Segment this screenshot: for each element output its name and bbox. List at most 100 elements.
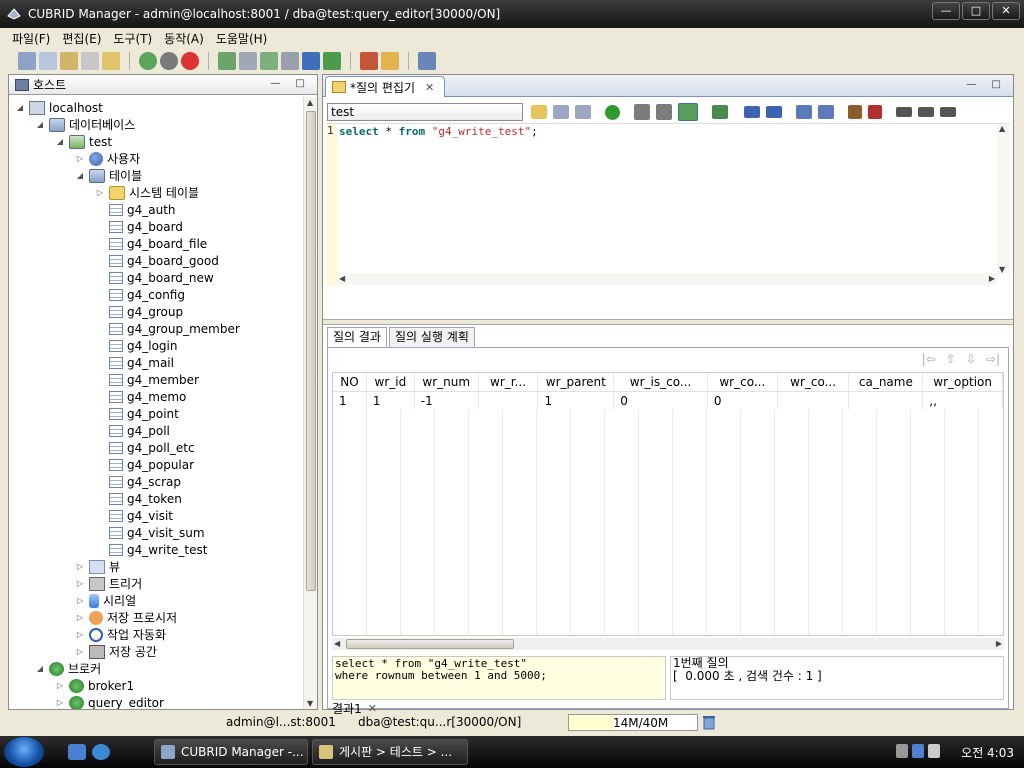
column-header[interactable]: wr_r... bbox=[479, 373, 539, 391]
tree-node-views[interactable]: ▷ 뷰 bbox=[75, 558, 120, 575]
load-db-icon[interactable] bbox=[260, 52, 278, 70]
expand-arrow-icon[interactable]: ▷ bbox=[55, 681, 65, 690]
menu-help[interactable]: 도움말(H) bbox=[210, 30, 274, 47]
tree-node-broker[interactable]: ◢ 브로커 bbox=[35, 660, 101, 677]
expand-arrow-icon[interactable]: ▷ bbox=[75, 596, 85, 605]
tree-node-storage[interactable]: ▷ 저장 공간 bbox=[75, 643, 157, 660]
tree-node-triggers[interactable]: ▷ 트리거 bbox=[75, 575, 142, 592]
tree-node-table[interactable]: g4_visit bbox=[109, 507, 173, 524]
redo-icon[interactable] bbox=[766, 106, 782, 118]
first-page-icon[interactable]: |⇦ bbox=[922, 352, 936, 366]
browser-quicklaunch-icon[interactable] bbox=[92, 744, 110, 760]
panel-min-max-icons[interactable]: — □ bbox=[270, 78, 311, 89]
save-as-icon[interactable] bbox=[575, 105, 591, 119]
collapse-arrow-icon[interactable]: ◢ bbox=[75, 171, 85, 180]
garbage-collect-icon[interactable] bbox=[702, 714, 716, 733]
scroll-left-icon[interactable]: ◀ bbox=[334, 639, 340, 648]
cancel-icon[interactable] bbox=[181, 52, 199, 70]
tree-vertical-scrollbar[interactable]: ▲ ▼ bbox=[303, 97, 317, 709]
start-button[interactable] bbox=[4, 737, 44, 767]
expand-arrow-icon[interactable]: ▷ bbox=[75, 647, 85, 656]
rollback-icon[interactable] bbox=[656, 104, 672, 120]
tree-node-databases[interactable]: ◢ 데이터베이스 bbox=[35, 116, 135, 133]
ie-quicklaunch-icon[interactable] bbox=[68, 744, 86, 760]
expand-arrow-icon[interactable]: ▷ bbox=[55, 698, 65, 707]
scroll-right-icon[interactable]: ▶ bbox=[989, 274, 995, 283]
start-db-icon[interactable] bbox=[218, 52, 236, 70]
tree-node-table[interactable]: g4_token bbox=[109, 490, 182, 507]
column-header[interactable]: wr_id bbox=[367, 373, 415, 391]
expand-arrow-icon[interactable]: ▷ bbox=[75, 630, 85, 639]
column-header[interactable]: wr_parent bbox=[538, 373, 615, 391]
save-icon[interactable] bbox=[553, 105, 569, 119]
tree-node-table[interactable]: g4_scrap bbox=[109, 473, 181, 490]
scroll-down-icon[interactable]: ▼ bbox=[307, 699, 313, 708]
tree-node-table[interactable]: g4_poll bbox=[109, 422, 170, 439]
column-header[interactable]: NO bbox=[333, 373, 367, 391]
tab-query-result[interactable]: 질의 결과 bbox=[327, 327, 387, 347]
replace-icon[interactable] bbox=[818, 105, 834, 119]
tree-node-table[interactable]: g4_config bbox=[109, 286, 185, 303]
undo-icon[interactable] bbox=[744, 106, 760, 118]
grid-horizontal-scrollbar[interactable]: ◀ ▶ bbox=[332, 638, 1004, 650]
table-cell[interactable]: ,, bbox=[923, 392, 1003, 409]
tree-node-table[interactable]: g4_point bbox=[109, 405, 179, 422]
table-cell[interactable]: 0 bbox=[708, 392, 778, 409]
host-panel-tab[interactable]: 호스트 — □ bbox=[9, 75, 317, 95]
tree-node-table[interactable]: g4_mail bbox=[109, 354, 174, 371]
table-cell[interactable]: 1 bbox=[538, 392, 615, 409]
next-page-icon[interactable]: ⇩ bbox=[966, 352, 976, 366]
tree-node-table[interactable]: g4_visit_sum bbox=[109, 524, 205, 541]
close-window-button[interactable]: ✕ bbox=[992, 2, 1020, 20]
column-header[interactable]: wr_option bbox=[923, 373, 1003, 391]
format-icon[interactable] bbox=[940, 107, 956, 117]
tree-node-table[interactable]: g4_write_test bbox=[109, 541, 207, 558]
tree-node-test-db[interactable]: ◢ test bbox=[55, 133, 112, 150]
last-page-icon[interactable]: ⇨| bbox=[986, 352, 1000, 366]
stop-icon[interactable] bbox=[160, 52, 178, 70]
column-header[interactable]: wr_co... bbox=[778, 373, 850, 391]
query-plan-icon[interactable] bbox=[712, 105, 728, 119]
uncomment-icon[interactable] bbox=[868, 105, 882, 119]
add-host-icon[interactable] bbox=[39, 52, 57, 70]
tree-node-jobs[interactable]: ▷ 작업 자동화 bbox=[75, 626, 166, 643]
menu-file[interactable]: 파일(F) bbox=[6, 30, 56, 47]
expand-arrow-icon[interactable]: ▷ bbox=[95, 188, 105, 197]
tab-query-plan[interactable]: 질의 실행 계획 bbox=[388, 327, 475, 347]
tree-node-table[interactable]: g4_login bbox=[109, 337, 177, 354]
close-tab-icon[interactable]: ✕ bbox=[425, 81, 434, 94]
bluetooth-icon[interactable] bbox=[912, 744, 924, 758]
run-query-icon[interactable] bbox=[605, 104, 620, 120]
menu-tools[interactable]: 도구(T) bbox=[107, 30, 158, 47]
network-icon[interactable] bbox=[896, 744, 908, 758]
scroll-up-icon[interactable]: ▲ bbox=[307, 98, 313, 107]
tree-node-localhost[interactable]: ◢ localhost bbox=[15, 99, 103, 116]
tree-node-table[interactable]: g4_board bbox=[109, 218, 183, 235]
table-cell[interactable]: 1 bbox=[333, 392, 367, 409]
expand-arrow-icon[interactable]: ▷ bbox=[75, 562, 85, 571]
tree-node-table[interactable]: g4_poll_etc bbox=[109, 439, 195, 456]
tree-node-procedures[interactable]: ▷ 저장 프로시저 bbox=[75, 609, 177, 626]
code-line[interactable]: select * from "g4_write_test"; bbox=[339, 125, 538, 138]
taskbar-item-cubrid[interactable]: CUBRID Manager -... bbox=[154, 739, 308, 765]
outdent-icon[interactable] bbox=[918, 107, 934, 117]
table-cell[interactable] bbox=[479, 392, 539, 409]
tree-node-table[interactable]: g4_group bbox=[109, 303, 183, 320]
export-icon[interactable] bbox=[360, 52, 378, 70]
column-header[interactable]: wr_co... bbox=[708, 373, 778, 391]
autocommit-toggle-icon[interactable] bbox=[678, 103, 698, 121]
database-select[interactable]: test bbox=[327, 103, 523, 121]
table-cell[interactable]: 1 bbox=[367, 392, 415, 409]
table-cell[interactable]: 0 bbox=[614, 392, 708, 409]
backup-icon[interactable] bbox=[302, 52, 320, 70]
tree-node-table[interactable]: g4_auth bbox=[109, 201, 176, 218]
expand-arrow-icon[interactable]: ▷ bbox=[75, 613, 85, 622]
scroll-right-icon[interactable]: ▶ bbox=[996, 639, 1002, 648]
maximize-button[interactable]: □ bbox=[962, 2, 990, 20]
tree-node-table[interactable]: g4_member bbox=[109, 371, 199, 388]
editor-result-splitter[interactable] bbox=[323, 319, 1013, 325]
column-header[interactable]: wr_is_co... bbox=[614, 373, 708, 391]
tree-node-serials[interactable]: ▷ 시리얼 bbox=[75, 592, 136, 609]
connect-host-icon[interactable] bbox=[18, 52, 36, 70]
collapse-arrow-icon[interactable]: ◢ bbox=[35, 664, 45, 673]
